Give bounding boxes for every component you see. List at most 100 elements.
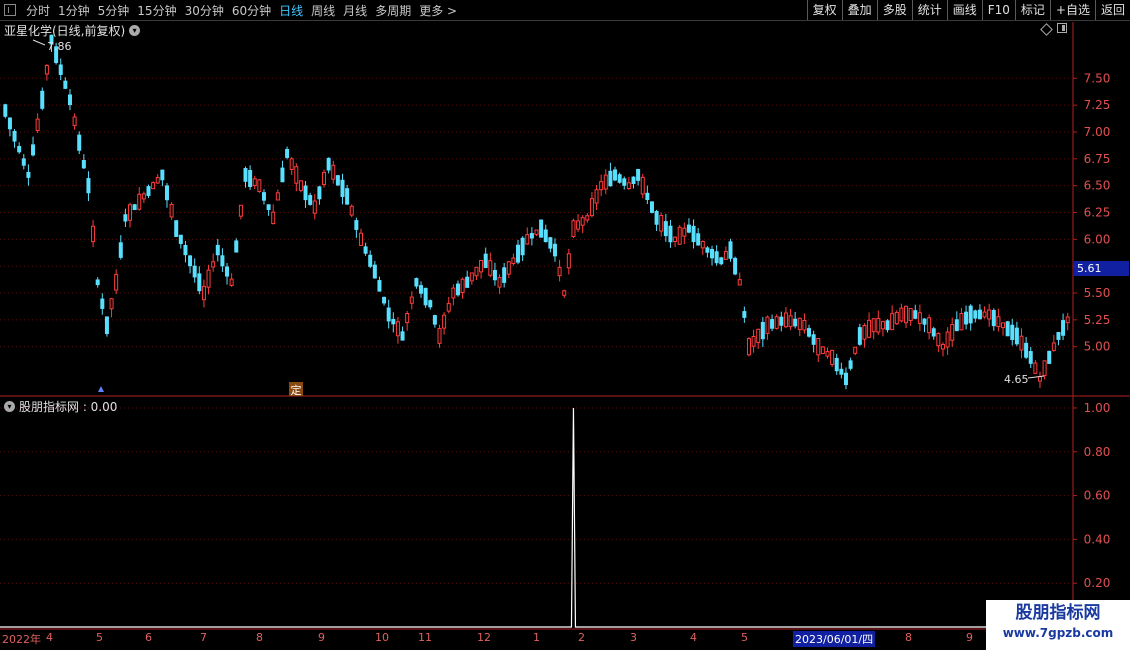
candle-body [710, 249, 715, 259]
candle-body [26, 171, 31, 178]
candle-body [654, 211, 659, 225]
candle-body [405, 313, 410, 324]
candle-body [114, 274, 119, 291]
candle-body [663, 221, 668, 237]
candle-body [271, 211, 276, 225]
candle-body [63, 80, 68, 89]
candle-body [580, 217, 585, 226]
high-label: 7.86 [47, 40, 72, 53]
candle-body [446, 303, 451, 312]
candle-body [469, 272, 474, 282]
candle-body [123, 214, 128, 222]
price-tick-label: 7.00 [1084, 125, 1111, 139]
kline-chart[interactable]: 7.507.257.006.756.506.256.005.755.505.25… [0, 0, 1130, 650]
candle-body [871, 318, 876, 333]
candle-body [257, 179, 262, 192]
candle-body [834, 357, 839, 372]
time-axis-label: 2022年 [2, 633, 41, 646]
candle-body [160, 169, 165, 181]
time-axis-label: 7 [200, 631, 207, 644]
candle-body [428, 300, 433, 308]
time-axis-label: 11 [418, 631, 432, 644]
candle-body [238, 204, 243, 217]
candle-body [211, 261, 216, 268]
time-axis-label: 8 [256, 631, 263, 644]
candle-body [382, 296, 387, 304]
candle-body [118, 242, 123, 258]
candle-body [169, 203, 174, 218]
candle-body [645, 192, 650, 200]
candle-body [77, 134, 82, 151]
candle-body [576, 220, 581, 230]
candle-body [354, 220, 359, 230]
watermark-url: www.7gpzb.com [1002, 626, 1114, 640]
candle-body [395, 321, 400, 337]
candle-body [853, 346, 858, 354]
time-axis-label: 9 [318, 631, 325, 644]
candle-body [220, 255, 225, 267]
candle-body [640, 176, 645, 195]
candle-body [35, 118, 40, 132]
current-price-tag: 5.61 [1074, 261, 1129, 276]
candle-body [58, 64, 63, 75]
candle-body [677, 226, 682, 245]
candle-body [857, 327, 862, 345]
candle-body [104, 316, 109, 335]
candle-body [848, 360, 853, 369]
candle-body [557, 266, 562, 277]
candle-body [1065, 316, 1070, 324]
candle-body [899, 307, 904, 322]
time-axis-label: 9 [966, 631, 973, 644]
candle-body [682, 227, 687, 237]
time-axis-label: 10 [375, 631, 389, 644]
candle-body [340, 179, 345, 197]
candle-body [40, 90, 45, 109]
candle-body [303, 185, 308, 201]
candle-body [1037, 376, 1042, 382]
candle-body [585, 215, 590, 221]
candle-body [774, 316, 779, 329]
candle-body [261, 192, 266, 201]
candle-body [266, 204, 271, 210]
candle-body [728, 241, 733, 259]
candle-body [1051, 342, 1056, 351]
candle-body [298, 180, 303, 191]
candle-body [243, 168, 248, 182]
candle-body [164, 185, 169, 201]
candle-body [770, 319, 775, 329]
price-tick-label: 6.25 [1084, 206, 1111, 220]
candle-body [566, 253, 571, 269]
candle-body [248, 170, 253, 187]
candle-body [885, 320, 890, 331]
candle-body [705, 247, 710, 253]
candle-body [534, 229, 539, 235]
candle-body [779, 316, 784, 326]
candle-body [977, 309, 982, 320]
candle-body [419, 285, 424, 294]
candle-body [451, 287, 456, 299]
candle-body [225, 266, 230, 277]
candle-body [802, 319, 807, 331]
candle-body [927, 317, 932, 334]
candle-body [783, 312, 788, 328]
candle-body [442, 314, 447, 329]
candle-body [876, 317, 881, 333]
candle-body [3, 104, 8, 117]
candle-body [141, 193, 146, 200]
indicator-panel-title[interactable]: ▾ 股朋指标网 : 0.00 [4, 398, 117, 415]
candle-body [793, 318, 798, 327]
candle-body [756, 328, 761, 344]
candle-body [631, 176, 636, 184]
candle-body [617, 174, 622, 183]
candle-body [1014, 327, 1019, 345]
candle-body [44, 64, 49, 75]
candle-body [455, 283, 460, 296]
candle-body [377, 280, 382, 292]
candle-body [326, 157, 331, 171]
candle-body [497, 276, 502, 288]
candle-body [945, 331, 950, 348]
chevron-down-icon[interactable]: ▾ [4, 401, 15, 412]
indicator-tick-label: 0.20 [1084, 576, 1111, 590]
candle-body [511, 257, 516, 265]
candle-body [1061, 320, 1066, 336]
